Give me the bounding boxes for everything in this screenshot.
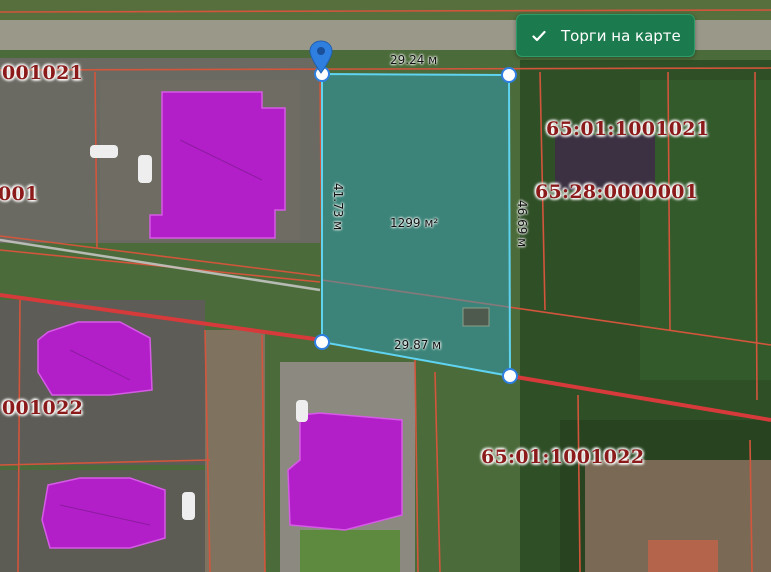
right-edge-length: 46.69 м [515,200,529,248]
cadastral-label: 001021 [2,62,84,84]
top-edge-length: 29.24 м [390,53,438,67]
cadastral-label: 65:01:1001021 [546,118,710,140]
cadastral-label: 001 [0,183,39,205]
map-pin-icon[interactable] [309,40,333,74]
bottom-edge-length: 29.87 м [394,338,442,352]
left-edge-length: 41.73 м [331,183,345,231]
cadastral-label: 65:01:1001022 [481,446,645,468]
auctions-button-label: Торги на карте [561,26,681,45]
satellite-map[interactable] [0,0,771,572]
auctions-on-map-button[interactable]: Торги на карте [516,14,695,57]
parcel-area: 1299 м² [390,216,439,230]
cadastral-label: 65:28:0000001 [535,181,699,203]
cadastral-label: 001022 [2,397,84,419]
check-icon [530,27,548,45]
